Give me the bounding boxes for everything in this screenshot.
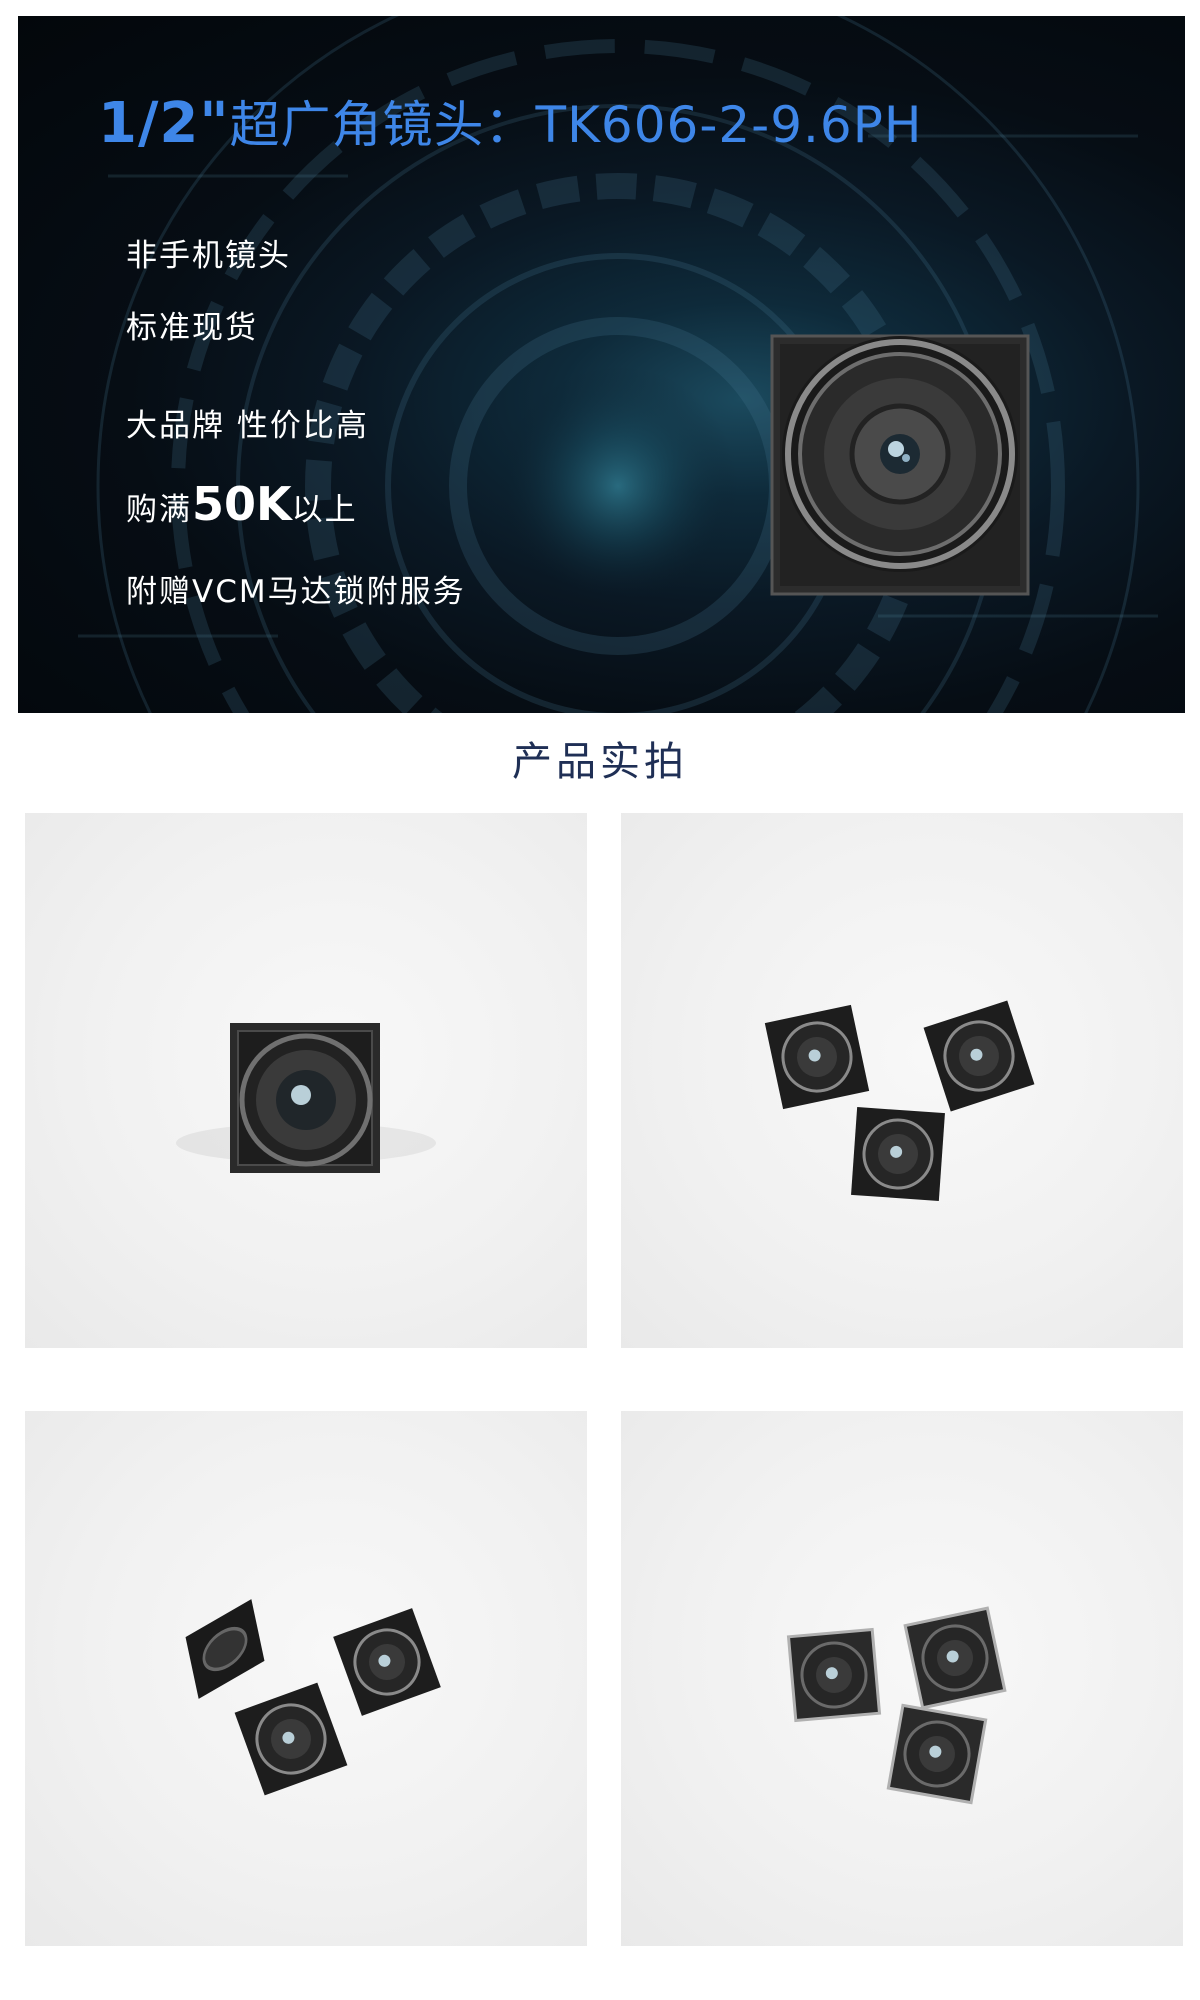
section-title-product-photos: 产品实拍: [512, 739, 688, 785]
title-sensor-size: 1/2": [98, 91, 230, 156]
feature-non-phone-lens: 非手机镜头: [126, 238, 291, 274]
feature-vcm-service: 附赠VCM马达锁附服务: [126, 574, 466, 610]
feature-brand-value: 大品牌 性价比高: [126, 408, 369, 444]
promo-suffix: 以上: [291, 492, 358, 528]
title-product-name: 超广角镜头：TK606-2-9.6PH: [229, 96, 923, 154]
product-photo-4: [621, 1411, 1183, 1946]
lens-module-photo-three-b: [185, 1599, 441, 1796]
lens-module-photo-three-c: [786, 1606, 1007, 1805]
banner-title: 1/2"超广角镜头：TK606-2-9.6PH: [98, 94, 923, 155]
promo-amount: 50K: [192, 477, 292, 531]
product-photo-2: [621, 813, 1183, 1348]
product-photo-1: [25, 813, 587, 1348]
feature-purchase-promo: 购满50K以上: [126, 481, 358, 530]
feature-in-stock: 标准现货: [126, 310, 258, 346]
lens-module-photo-three-a: [764, 1000, 1035, 1201]
lens-module-photo-single: [176, 1023, 436, 1173]
product-banner: 1/2"超广角镜头：TK606-2-9.6PH 非手机镜头 标准现货 大品牌 性…: [18, 16, 1185, 713]
product-photo-3: [25, 1411, 587, 1946]
promo-prefix: 购满: [126, 492, 192, 528]
lens-module-image: [770, 334, 1030, 596]
